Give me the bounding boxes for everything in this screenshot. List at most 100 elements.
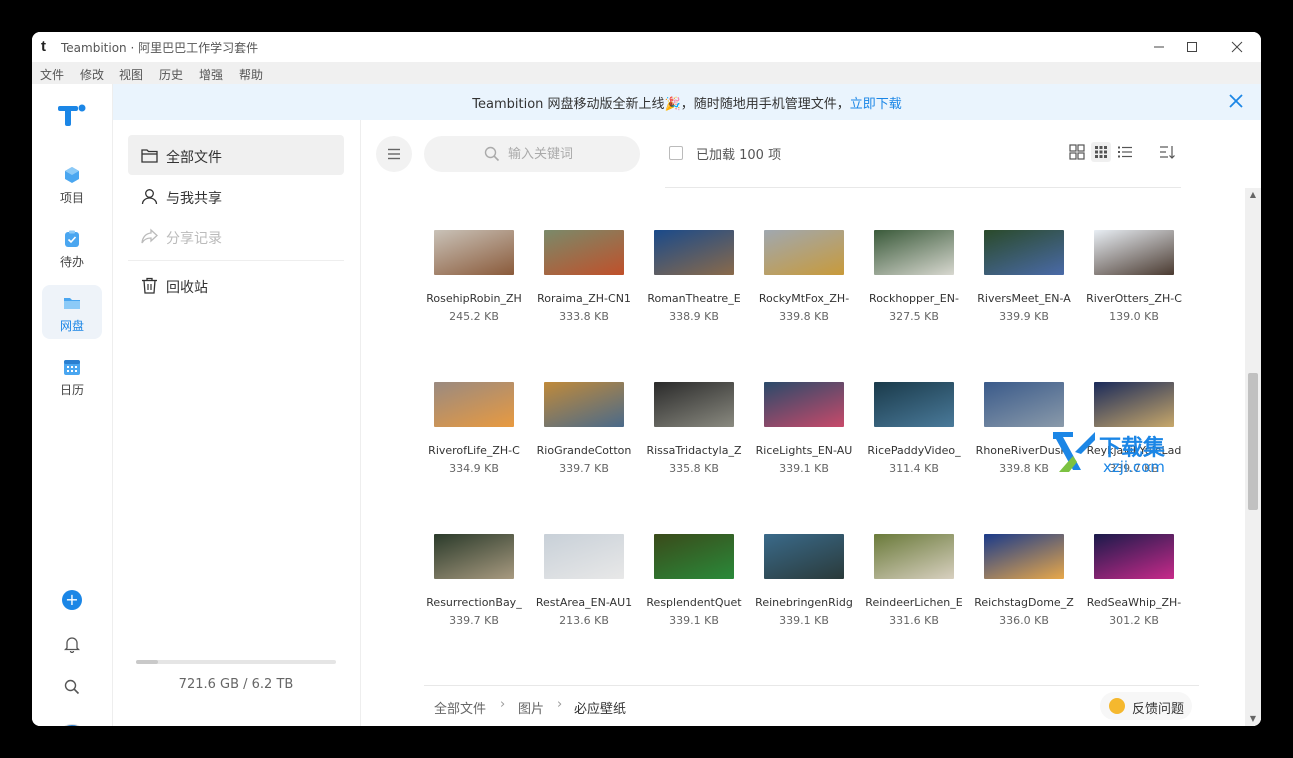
file-item[interactable]: RiverofLife_ZH-C 334.9 KB <box>424 382 524 492</box>
breadcrumb-images[interactable]: 图片 <box>518 698 544 717</box>
sidebar-item-trash[interactable]: 回收站 <box>128 265 344 305</box>
file-size: 327.5 KB <box>889 310 939 323</box>
large-grid-view-button[interactable] <box>1067 142 1087 162</box>
file-item[interactable]: RissaTridactyla_Z 335.8 KB <box>644 382 744 492</box>
file-thumbnail <box>764 382 844 427</box>
watermark-logo-icon <box>1053 432 1095 472</box>
scrollbar[interactable]: ▲ ▼ <box>1245 188 1261 726</box>
sort-button[interactable] <box>1157 142 1177 162</box>
menu-edit[interactable]: 修改 <box>80 66 104 83</box>
rail-item-todo[interactable]: 待办 <box>42 221 102 275</box>
large-grid-icon <box>1069 144 1085 160</box>
file-item[interactable]: ReinebringenRidg 339.1 KB <box>754 534 854 644</box>
menu-help[interactable]: 帮助 <box>239 66 263 83</box>
file-size: 339.1 KB <box>779 462 829 475</box>
menu-toggle-button[interactable] <box>376 136 412 172</box>
file-item[interactable]: RedSeaWhip_ZH- 301.2 KB <box>1084 534 1184 644</box>
file-thumbnail <box>764 534 844 579</box>
file-item[interactable]: RestArea_EN-AU1 213.6 KB <box>534 534 634 644</box>
search-input[interactable] <box>508 145 628 163</box>
storage-progress-fill <box>136 660 158 664</box>
breadcrumb: 全部文件 › 图片 › 必应壁纸 反馈问题 <box>424 685 1199 725</box>
scroll-up-icon[interactable]: ▲ <box>1248 190 1258 200</box>
rail-item-calendar[interactable]: 日历 <box>42 349 102 403</box>
app-window: t Teambition · 阿里巴巴工作学习套件 文件 修改 视图 历史 增强… <box>32 32 1261 726</box>
drive-icon <box>64 298 80 309</box>
feedback-face-icon <box>1109 698 1125 714</box>
file-item[interactable]: ReichstagDome_Z 336.0 KB <box>974 534 1074 644</box>
file-item[interactable]: RiversMeet_EN-A 339.9 KB <box>974 230 1074 340</box>
search-icon[interactable] <box>64 679 80 695</box>
file-size: 335.8 KB <box>669 462 719 475</box>
file-name: RissaTridactyla_Z <box>646 444 742 457</box>
avatar[interactable] <box>56 724 88 726</box>
file-name: RiceLights_EN-AU <box>755 444 853 457</box>
file-name: RockyMtFox_ZH- <box>758 292 850 305</box>
chevron-right-icon: › <box>500 697 506 712</box>
user-icon <box>141 189 158 205</box>
file-name: ResurrectionBay_ <box>426 596 522 609</box>
file-size: 245.2 KB <box>449 310 499 323</box>
small-grid-view-button[interactable] <box>1091 142 1111 162</box>
sidebar-item-all-files[interactable]: 全部文件 <box>128 135 344 175</box>
file-name: RedSeaWhip_ZH- <box>1086 596 1182 609</box>
select-all-checkbox[interactable] <box>669 146 683 160</box>
menu-history[interactable]: 历史 <box>159 66 183 83</box>
banner-close-icon[interactable] <box>1229 92 1243 113</box>
file-name: Roraima_ZH-CN1 <box>537 292 631 305</box>
watermark-domain: xzji.com <box>1103 458 1165 476</box>
calendar-icon <box>64 360 80 375</box>
hamburger-icon <box>388 148 400 160</box>
file-item[interactable]: Rockhopper_EN- 327.5 KB <box>864 230 964 340</box>
file-name: RosehipRobin_ZH <box>426 292 522 305</box>
menu-bar: 文件 修改 视图 历史 增强 帮助 <box>32 62 1261 84</box>
search-icon <box>484 146 500 162</box>
close-icon[interactable] <box>1222 36 1252 58</box>
rail-item-project[interactable]: 项目 <box>42 157 102 211</box>
file-size: 339.8 KB <box>779 310 829 323</box>
menu-file[interactable]: 文件 <box>40 66 64 83</box>
small-grid-icon <box>1095 146 1107 158</box>
teambition-brand-icon <box>58 104 86 126</box>
menu-view[interactable]: 视图 <box>119 66 143 83</box>
file-item[interactable]: ReindeerLichen_E 331.6 KB <box>864 534 964 644</box>
window-title: Teambition · 阿里巴巴工作学习套件 <box>61 41 259 55</box>
file-thumbnail <box>654 230 734 275</box>
file-name: ResplendentQuet <box>646 596 742 609</box>
storage-progress-bar <box>136 660 336 664</box>
feedback-button[interactable]: 反馈问题 <box>1100 692 1192 720</box>
bell-icon[interactable] <box>64 635 80 653</box>
breadcrumb-all-files[interactable]: 全部文件 <box>434 698 486 717</box>
file-item[interactable]: RomanTheatre_E 338.9 KB <box>644 230 744 340</box>
minimize-icon[interactable] <box>1144 36 1174 58</box>
file-item[interactable]: RicePaddyVideo_ 311.4 KB <box>864 382 964 492</box>
chevron-right-icon: › <box>557 697 563 712</box>
scroll-down-icon[interactable]: ▼ <box>1248 714 1258 724</box>
sidebar-item-share-history[interactable]: 分享记录 <box>128 216 344 256</box>
file-thumbnail <box>434 534 514 579</box>
maximize-icon[interactable] <box>1177 36 1207 58</box>
add-button[interactable]: + <box>62 590 82 610</box>
file-size: 336.0 KB <box>999 614 1049 627</box>
file-item[interactable]: RiverOtters_ZH-C 139.0 KB <box>1084 230 1184 340</box>
sidebar-item-shared-with-me[interactable]: 与我共享 <box>128 176 344 216</box>
list-view-button[interactable] <box>1115 142 1135 162</box>
file-item[interactable]: RioGrandeCotton 339.7 KB <box>534 382 634 492</box>
sort-icon <box>1160 146 1175 159</box>
file-item[interactable]: RockyMtFox_ZH- 339.8 KB <box>754 230 854 340</box>
file-thumbnail <box>764 230 844 275</box>
file-thumbnail <box>654 534 734 579</box>
app-rail: 项目 待办 网盘 日历 + <box>32 84 113 726</box>
file-thumbnail <box>984 230 1064 275</box>
menu-enhance[interactable]: 增强 <box>199 66 223 83</box>
file-item[interactable]: ResurrectionBay_ 339.7 KB <box>424 534 524 644</box>
search-box[interactable] <box>424 136 640 172</box>
file-item[interactable]: RiceLights_EN-AU 339.1 KB <box>754 382 854 492</box>
file-item[interactable]: Roraima_ZH-CN1 333.8 KB <box>534 230 634 340</box>
file-item[interactable]: ResplendentQuet 339.1 KB <box>644 534 744 644</box>
scroll-thumb[interactable] <box>1248 373 1258 510</box>
download-link[interactable]: 立即下载 <box>850 97 902 112</box>
rail-item-drive[interactable]: 网盘 <box>42 285 102 339</box>
file-name: RiverOtters_ZH-C <box>1086 292 1182 305</box>
file-item[interactable]: RosehipRobin_ZH 245.2 KB <box>424 230 524 340</box>
